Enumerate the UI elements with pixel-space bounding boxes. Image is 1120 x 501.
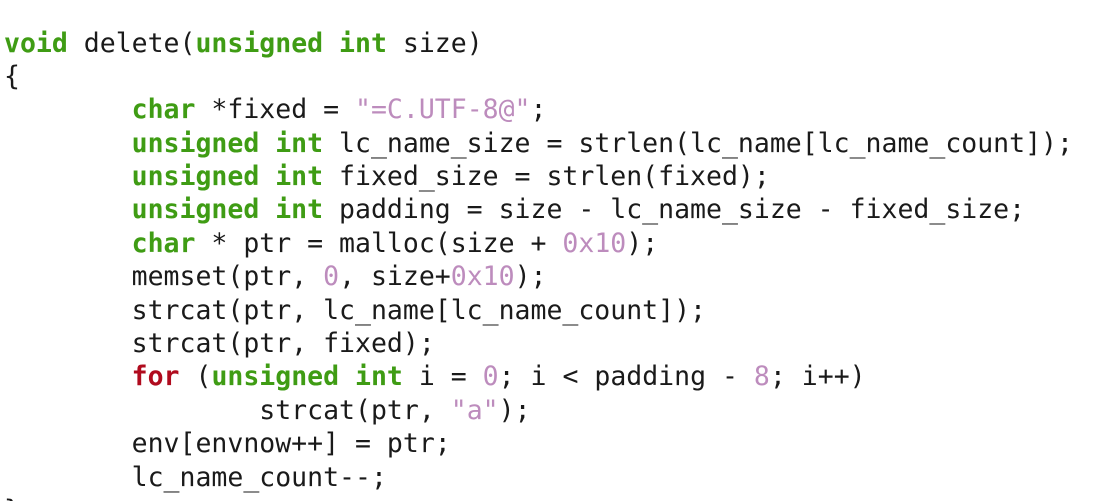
code-line: env[envnow++] = ptr; (4, 427, 1073, 460)
code-token-plain: i = (402, 361, 483, 393)
code-token-kw: char (131, 227, 196, 259)
code-token-plain: strcat(ptr, fixed); (4, 328, 435, 360)
code-line: } (4, 494, 1073, 501)
code-token-plain: env[envnow++] = ptr; (4, 428, 451, 460)
code-token-kw: unsigned int (131, 127, 324, 159)
code-token-plain: size) (386, 27, 483, 59)
code-token-plain: ; i++) (769, 361, 866, 393)
code-line: char *fixed = "=C.UTF-8@"; (4, 93, 1073, 126)
code-line: memset(ptr, 0, size+0x10); (4, 260, 1073, 293)
code-line: { (4, 60, 1073, 93)
code-token-plain: strcat(ptr, (4, 394, 451, 426)
code-token-lit: 0 (482, 361, 499, 393)
code-token-plain: ); (498, 394, 531, 426)
code-token-lit: "a" (450, 394, 499, 426)
code-token-plain: ; i < padding - (498, 361, 754, 393)
code-token-plain: } (4, 495, 20, 501)
code-line: void delete(unsigned int size) (4, 27, 1073, 60)
code-token-plain: padding = size - lc_name_size - fixed_si… (323, 194, 1026, 226)
code-token-plain: ( (179, 361, 212, 393)
code-token-kw: void (4, 27, 68, 59)
code-token-plain: ; (530, 94, 547, 126)
code-token-plain: *fixed = (195, 94, 356, 126)
code-token-lit: 0x10 (450, 261, 515, 293)
code-token-plain: fixed_size = strlen(fixed); (323, 161, 770, 193)
code-token-ctrl: for (131, 361, 180, 393)
code-line: lc_name_count--; (4, 461, 1073, 494)
code-token-plain: lc_name_size = strlen(lc_name[lc_name_co… (323, 127, 1073, 159)
code-token-kw: char (131, 94, 196, 126)
code-token-plain: ); (514, 261, 547, 293)
code-token-plain: * ptr = malloc(size + (195, 227, 563, 259)
code-line: unsigned int lc_name_size = strlen(lc_na… (4, 127, 1073, 160)
code-token-lit: 0 (323, 261, 340, 293)
code-token-lit: 0x10 (562, 227, 627, 259)
code-line: char * ptr = malloc(size + 0x10); (4, 227, 1073, 260)
code-token-plain: , size+ (339, 261, 451, 293)
code-token-kw: unsigned int (131, 161, 324, 193)
code-token-plain: strcat(ptr, lc_name[lc_name_count]); (4, 294, 706, 326)
code-token-lit: 8 (753, 361, 770, 393)
code-token-lit: "=C.UTF-8@" (355, 94, 531, 126)
code-token-kw: unsigned int (195, 27, 387, 59)
code-block: void delete(unsigned int size){ char *fi… (4, 27, 1073, 501)
code-line: strcat(ptr, "a"); (4, 394, 1073, 427)
code-listing-figure: void delete(unsigned int size){ char *fi… (0, 0, 1120, 501)
code-token-plain: memset(ptr, (4, 261, 324, 293)
code-line: for (unsigned int i = 0; i < padding - 8… (4, 360, 1073, 393)
code-token-plain: lc_name_count--; (4, 461, 387, 493)
code-line: unsigned int padding = size - lc_name_si… (4, 193, 1073, 226)
code-line: unsigned int fixed_size = strlen(fixed); (4, 160, 1073, 193)
code-token-plain: { (4, 60, 20, 92)
code-token-kw: unsigned int (131, 194, 324, 226)
code-token-plain: ); (626, 227, 659, 259)
code-line: strcat(ptr, lc_name[lc_name_count]); (4, 294, 1073, 327)
code-line: strcat(ptr, fixed); (4, 327, 1073, 360)
code-token-plain: delete( (67, 27, 196, 59)
code-token-kw: unsigned int (211, 361, 403, 393)
